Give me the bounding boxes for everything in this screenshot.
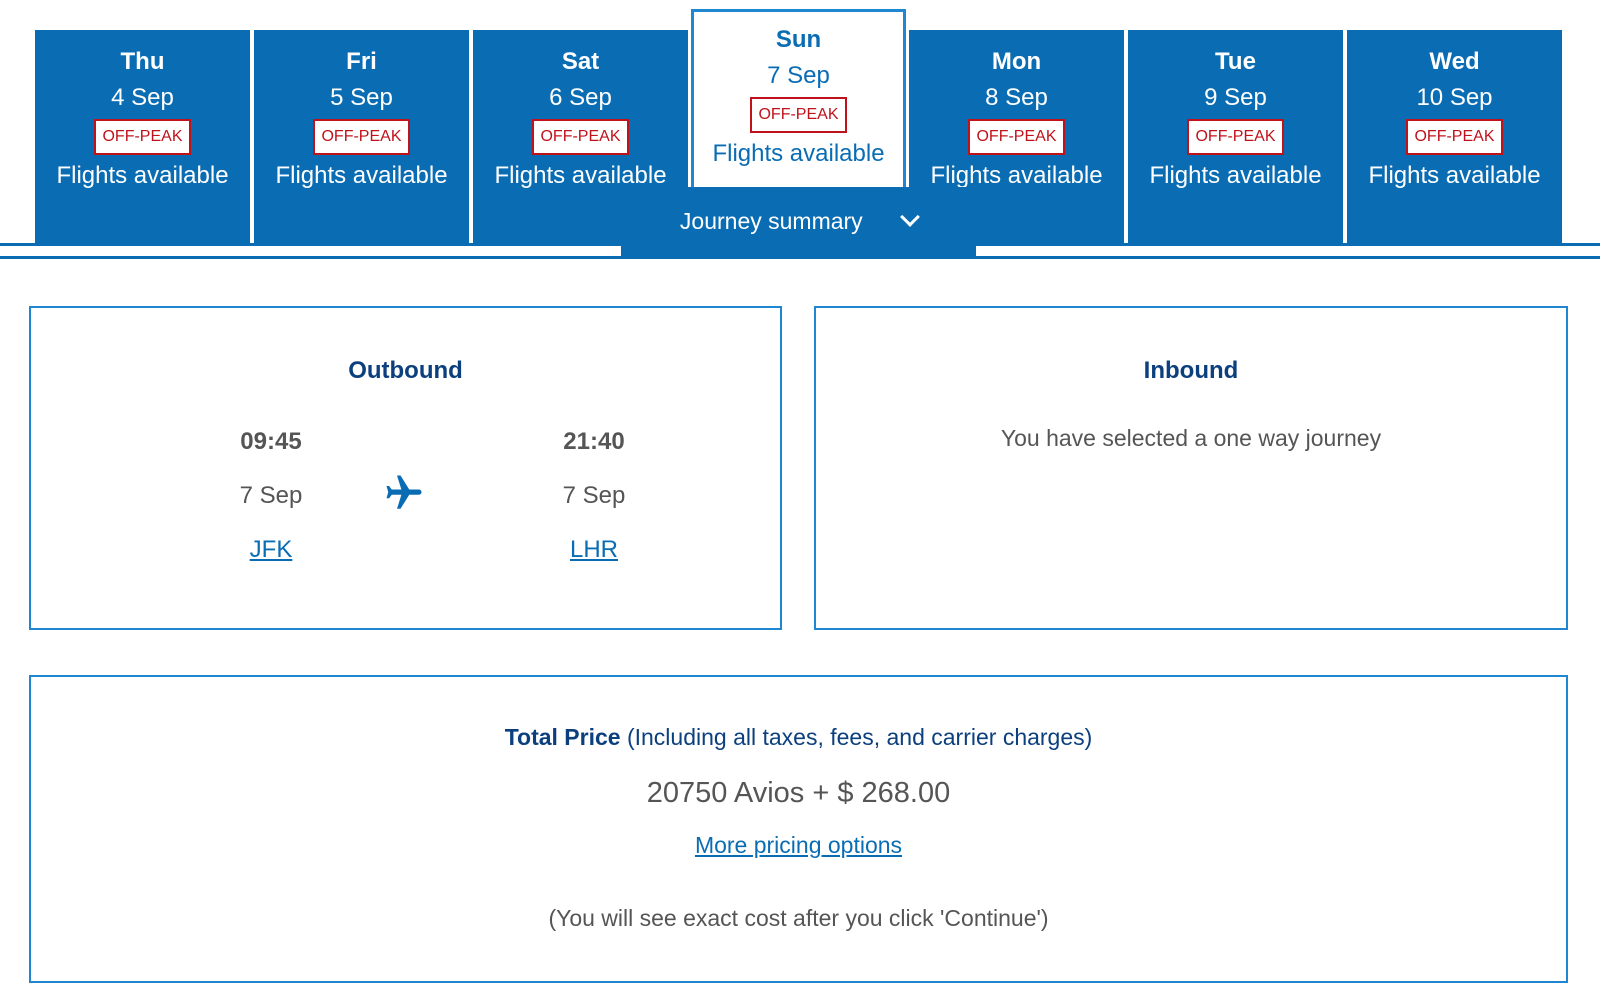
arrival-info: 21:40 7 Sep LHR [494, 428, 694, 564]
off-peak-badge: OFF-PEAK [313, 119, 410, 155]
off-peak-badge: OFF-PEAK [1406, 119, 1503, 155]
availability-label: Flights available [1368, 162, 1541, 189]
off-peak-badge: OFF-PEAK [532, 119, 629, 155]
day-of-week: Sat [561, 48, 600, 75]
total-price-amount: 20750 Avios + $ 268.00 [646, 777, 951, 809]
availability-label: Flights available [56, 162, 229, 189]
off-peak-badge: OFF-PEAK [750, 97, 847, 133]
departure-date: 7 Sep [239, 482, 303, 509]
day-date: 5 Sep [330, 84, 393, 111]
more-pricing-options-link[interactable]: More pricing options [695, 832, 902, 858]
day-date: 6 Sep [549, 84, 612, 111]
total-price-qualifier: (Including all taxes, fees, and carrier … [626, 724, 1093, 750]
plane-icon [386, 475, 422, 509]
total-price-heading: Total Price (Including all taxes, fees, … [31, 724, 1566, 751]
chevron-down-icon [900, 207, 920, 227]
day-of-week: Mon [991, 48, 1042, 75]
date-tab-fri[interactable]: Fri 5 Sep OFF-PEAK Flights available [254, 30, 469, 244]
total-price-panel: Total Price (Including all taxes, fees, … [29, 675, 1568, 983]
one-way-note: You have selected a one way journey [1000, 425, 1382, 451]
off-peak-badge: OFF-PEAK [94, 119, 191, 155]
day-date: 8 Sep [985, 84, 1048, 111]
total-price-label: Total Price [504, 724, 621, 750]
day-of-week: Wed [1429, 48, 1480, 75]
outbound-panel: Outbound 09:45 7 Sep JFK 21:40 7 Sep LHR [29, 306, 782, 630]
date-tab-wed[interactable]: Wed 10 Sep OFF-PEAK Flights available [1347, 30, 1562, 244]
availability-label: Flights available [930, 162, 1103, 189]
availability-label: Flights available [494, 162, 667, 189]
departure-airport-link[interactable]: JFK [250, 536, 293, 564]
arrival-date: 7 Sep [562, 482, 626, 509]
arrival-time: 21:40 [563, 428, 625, 455]
day-date: 4 Sep [111, 84, 174, 111]
availability-label: Flights available [712, 140, 885, 167]
page: Thu 4 Sep OFF-PEAK Flights available Fri… [0, 0, 1600, 1004]
departure-info: 09:45 7 Sep JFK [171, 428, 371, 564]
journey-summary-toggle[interactable]: Journey summary [621, 187, 976, 258]
day-date: 10 Sep [1416, 84, 1493, 111]
day-of-week: Fri [346, 48, 377, 75]
departure-time: 09:45 [240, 428, 302, 455]
availability-label: Flights available [1149, 162, 1322, 189]
exact-cost-footnote: (You will see exact cost after you click… [548, 905, 1049, 931]
date-tab-tue[interactable]: Tue 9 Sep OFF-PEAK Flights available [1128, 30, 1343, 244]
day-date: 9 Sep [1204, 84, 1267, 111]
availability-label: Flights available [275, 162, 448, 189]
off-peak-badge: OFF-PEAK [1187, 119, 1284, 155]
day-of-week: Sun [775, 26, 822, 53]
date-tab-sun-selected[interactable]: Sun 7 Sep OFF-PEAK Flights available [691, 9, 906, 187]
off-peak-badge: OFF-PEAK [968, 119, 1065, 155]
day-of-week: Tue [1215, 48, 1256, 75]
outbound-title: Outbound [348, 357, 463, 384]
inbound-title: Inbound [1143, 357, 1239, 384]
journey-summary-label: Journey summary [679, 208, 863, 234]
day-of-week: Thu [120, 48, 165, 75]
date-strip: Thu 4 Sep OFF-PEAK Flights available Fri… [0, 0, 1600, 260]
arrival-airport-link[interactable]: LHR [570, 536, 618, 564]
date-tab-thu[interactable]: Thu 4 Sep OFF-PEAK Flights available [35, 30, 250, 244]
inbound-panel: Inbound You have selected a one way jour… [814, 306, 1568, 630]
day-date: 7 Sep [767, 62, 830, 89]
